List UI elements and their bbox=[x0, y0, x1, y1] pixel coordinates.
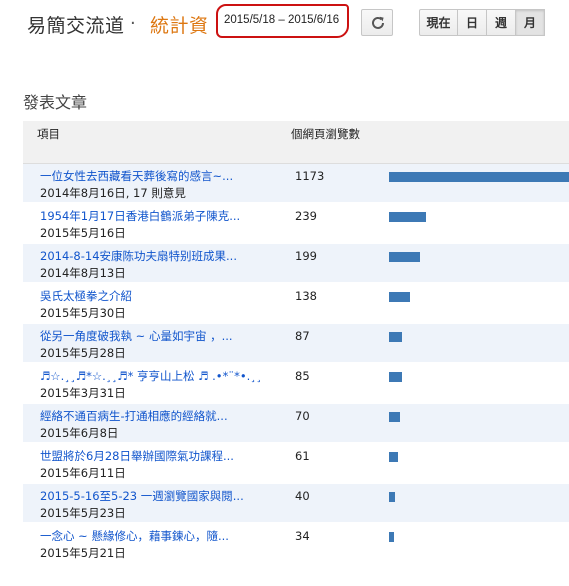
column-header-item[interactable]: 項目 bbox=[37, 126, 60, 142]
refresh-icon bbox=[372, 16, 384, 29]
table-body: 一位女性去西藏看天葬後寫的感言~... 2014年8月16日, 17 則意見 117… bbox=[23, 164, 569, 564]
post-title-link[interactable]: 經絡不通百病生-打通相應的經絡就... bbox=[40, 408, 262, 424]
column-header-pageviews[interactable]: 個網頁瀏覽數 bbox=[291, 126, 363, 142]
pageviews-bar bbox=[389, 372, 402, 382]
post-pageviews: 1173 bbox=[295, 169, 325, 183]
post-date: 2015年3月31日 bbox=[40, 385, 126, 401]
post-date: 2015年5月21日 bbox=[40, 545, 126, 561]
refresh-button[interactable] bbox=[361, 9, 393, 36]
table-row: 吳氏太極拳之介紹 2015年5月30日 138 bbox=[23, 284, 569, 324]
table-row: 世盟將於6月28日舉辦國際氣功課程... 2015年6月11日 61 bbox=[23, 444, 569, 484]
post-pageviews: 138 bbox=[295, 289, 317, 303]
table-row: 2014-8-14安康陈功夫扇特别班成果... 2014年8月13日 199 bbox=[23, 244, 569, 284]
post-title-link[interactable]: 一位女性去西藏看天葬後寫的感言~... bbox=[40, 168, 262, 184]
post-date: 2015年6月8日 bbox=[40, 425, 118, 441]
pageviews-bar bbox=[389, 172, 569, 182]
post-date: 2015年5月16日 bbox=[40, 225, 126, 241]
post-pageviews: 70 bbox=[295, 409, 310, 423]
post-title-link[interactable]: 從另一角度破我執 ~ 心量如宇宙 ，... bbox=[40, 328, 262, 344]
table-row: 從另一角度破我執 ~ 心量如宇宙 ，... 2015年5月28日 87 bbox=[23, 324, 569, 364]
title-separator: · bbox=[130, 13, 136, 34]
section-title-posts: 發表文章 bbox=[23, 93, 88, 112]
post-pageviews: 239 bbox=[295, 209, 317, 223]
post-date-text: 2015年3月31日 bbox=[40, 386, 126, 400]
post-date-text: 2014年8月16日 bbox=[40, 186, 126, 200]
table-row: 一念心 ~ 懸緣修心，藉事鍊心，隨... 2015年5月21日 34 bbox=[23, 524, 569, 564]
post-pageviews: 40 bbox=[295, 489, 310, 503]
post-title-link[interactable]: 2015-5-16至5-23 一週瀏覽國家與閱... bbox=[40, 488, 262, 504]
pageviews-bar bbox=[389, 412, 400, 422]
post-date-text: 2015年6月11日 bbox=[40, 466, 126, 480]
post-date-text: 2015年5月28日 bbox=[40, 346, 126, 360]
post-title-link[interactable]: 世盟將於6月28日舉辦國際氣功課程... bbox=[40, 448, 262, 464]
post-date-text: 2014年8月13日 bbox=[40, 266, 126, 280]
pageviews-bar bbox=[389, 212, 426, 222]
post-title-link[interactable]: 2014-8-14安康陈功夫扇特别班成果... bbox=[40, 248, 262, 264]
post-comments-count: 17 則意見 bbox=[133, 186, 186, 200]
post-pageviews: 61 bbox=[295, 449, 310, 463]
stats-header: 易簡交流道 · 統計資 2015/5/18 – 2015/6/16 現在 日 週… bbox=[0, 0, 569, 48]
post-date: 2014年8月16日, 17 則意見 bbox=[40, 186, 186, 200]
post-title-link[interactable]: 吳氏太極拳之介紹 bbox=[40, 288, 262, 304]
date-range-highlight: 2015/5/18 – 2015/6/16 bbox=[216, 4, 349, 38]
post-title-link[interactable]: 一念心 ~ 懸緣修心，藉事鍊心，隨... bbox=[40, 528, 262, 544]
post-date-text: 2015年5月16日 bbox=[40, 226, 126, 240]
table-row: 經絡不通百病生-打通相應的經絡就... 2015年6月8日 70 bbox=[23, 404, 569, 444]
range-button-month[interactable]: 月 bbox=[515, 9, 545, 36]
post-pageviews: 85 bbox=[295, 369, 310, 383]
pageviews-bar bbox=[389, 252, 420, 262]
post-date: 2015年6月11日 bbox=[40, 465, 126, 481]
range-button-week[interactable]: 週 bbox=[486, 9, 516, 36]
table-row: ♬☆.¸¸♬*☆.¸¸♬* 亨亨山上松 ♬ .•*¨*•.¸¸... 2015年3… bbox=[23, 364, 569, 404]
post-date: 2015年5月28日 bbox=[40, 345, 126, 361]
table-row: 1954年1月17日香港白鶴派弟子陳克... 2015年5月16日 239 bbox=[23, 204, 569, 244]
post-pageviews: 34 bbox=[295, 529, 310, 543]
range-button-day[interactable]: 日 bbox=[457, 9, 487, 36]
pageviews-bar bbox=[389, 292, 410, 302]
pageviews-bar bbox=[389, 532, 394, 542]
post-pageviews: 199 bbox=[295, 249, 317, 263]
pageviews-bar bbox=[389, 452, 398, 462]
post-date-text: 2015年5月30日 bbox=[40, 306, 126, 320]
post-date-text: 2015年5月23日 bbox=[40, 506, 126, 520]
table-row: 2015-5-16至5-23 一週瀏覽國家與閱... 2015年5月23日 40 bbox=[23, 484, 569, 524]
post-title-link[interactable]: 1954年1月17日香港白鶴派弟子陳克... bbox=[40, 208, 262, 224]
post-date: 2015年5月30日 bbox=[40, 305, 126, 321]
posts-table: 項目 個網頁瀏覽數 一位女性去西藏看天葬後寫的感言~... 2014年8月16日,… bbox=[23, 121, 569, 564]
post-date: 2015年5月23日 bbox=[40, 505, 126, 521]
date-range-text: 2015/5/18 – 2015/6/16 bbox=[224, 14, 340, 26]
pageviews-bar bbox=[389, 492, 395, 502]
stats-page-title: 統計資 bbox=[150, 15, 209, 37]
table-row: 一位女性去西藏看天葬後寫的感言~... 2014年8月16日, 17 則意見 117… bbox=[23, 164, 569, 204]
post-pageviews: 87 bbox=[295, 329, 310, 343]
post-title-link[interactable]: ♬☆.¸¸♬*☆.¸¸♬* 亨亨山上松 ♬ .•*¨*•.¸¸... bbox=[40, 368, 262, 384]
pageviews-bar bbox=[389, 332, 402, 342]
blog-title[interactable]: 易簡交流道 bbox=[27, 11, 125, 38]
post-date-text: 2015年6月8日 bbox=[40, 426, 119, 440]
range-selector: 現在 日 週 月 bbox=[419, 9, 545, 36]
post-date: 2014年8月13日 bbox=[40, 265, 126, 281]
range-button-now[interactable]: 現在 bbox=[419, 9, 458, 36]
table-header: 項目 個網頁瀏覽數 bbox=[23, 121, 569, 164]
post-date-text: 2015年5月21日 bbox=[40, 546, 126, 560]
